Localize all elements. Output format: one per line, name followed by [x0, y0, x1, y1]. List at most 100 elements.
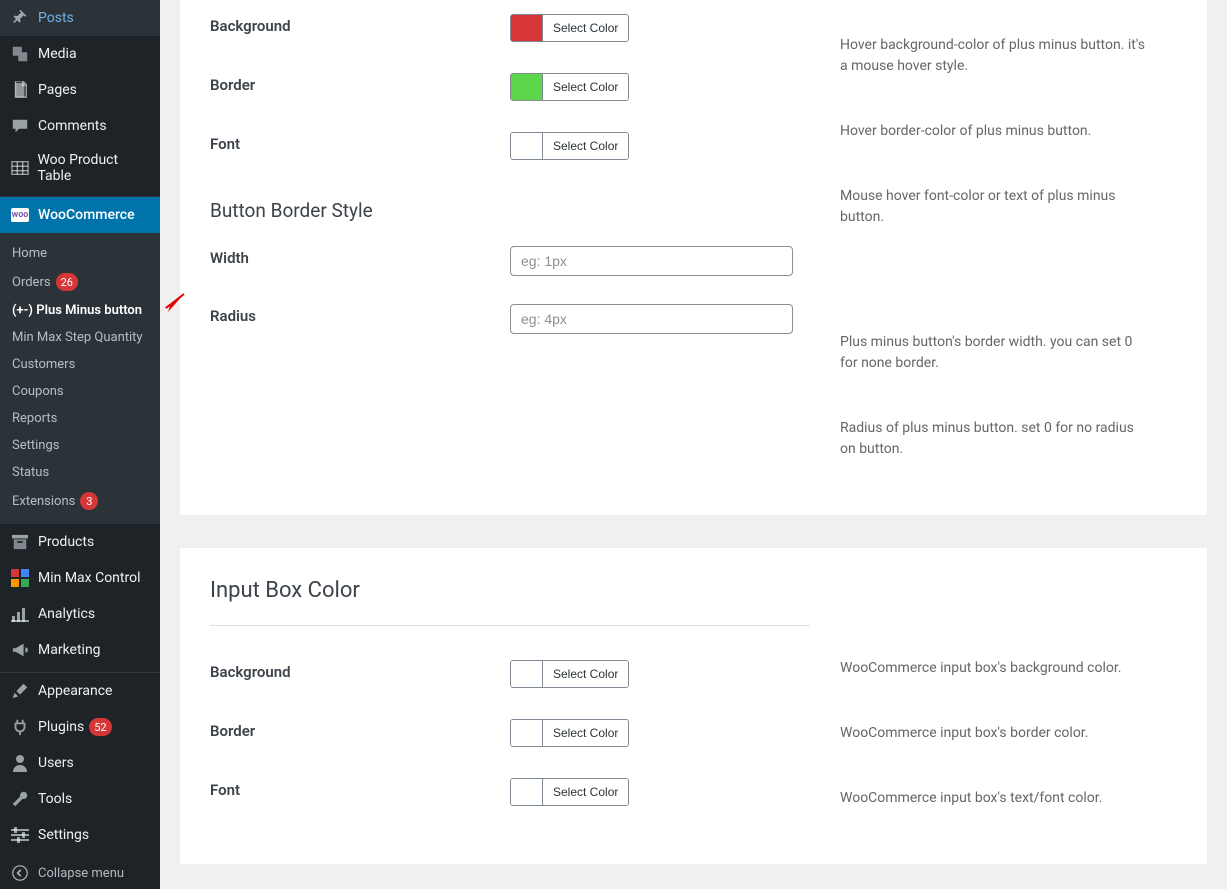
color-picker-font[interactable]: Select Color [510, 132, 629, 160]
sidebar-label: Marketing [38, 642, 101, 658]
color-picker-background[interactable]: Select Color [510, 14, 629, 42]
extensions-count-badge: 3 [80, 492, 98, 510]
collapse-icon [10, 865, 30, 881]
submenu-label: Min Max Step Quantity [12, 330, 143, 345]
select-color-button[interactable]: Select Color [543, 74, 628, 100]
label-font: Font [210, 132, 510, 153]
color-picker-border[interactable]: Select Color [510, 73, 629, 101]
section-title-input-box: Input Box Color [210, 548, 810, 613]
border-radius-input[interactable] [510, 304, 793, 334]
color-picker-input-border[interactable]: Select Color [510, 719, 629, 747]
sidebar-label: Products [38, 534, 94, 550]
label-width: Width [210, 246, 510, 267]
desc-hover-font: Mouse hover font-color or text of plus m… [840, 172, 1150, 318]
admin-sidebar: Posts Media Pages Comments Woo Product T… [0, 0, 160, 889]
submenu-label: Reports [12, 411, 57, 426]
label-border: Border [210, 719, 510, 740]
pin-icon [10, 8, 30, 28]
submenu-item-orders[interactable]: Orders26 [0, 267, 160, 297]
woocommerce-submenu: Home Orders26 (+-) Plus Minus button Min… [0, 233, 160, 524]
submenu-item-settings[interactable]: Settings [0, 432, 160, 459]
wrench-icon [10, 789, 30, 809]
row-input-font: Font Select Color [210, 764, 810, 849]
submenu-item-coupons[interactable]: Coupons [0, 378, 160, 405]
hover-border-panel: Background Select Color Border Select Co… [180, 0, 1207, 515]
color-swatch [511, 661, 543, 687]
select-color-button[interactable]: Select Color [543, 15, 628, 41]
color-swatch [511, 779, 543, 805]
row-hover-border: Border Select Color [210, 59, 810, 118]
sidebar-item-pages[interactable]: Pages [0, 72, 160, 108]
min-max-icon [10, 568, 30, 588]
sidebar-item-woocommerce[interactable]: woo WooCommerce [0, 197, 160, 233]
chart-icon [10, 604, 30, 624]
sidebar-item-min-max-control[interactable]: Min Max Control [0, 560, 160, 596]
label-font: Font [210, 778, 510, 799]
sidebar-item-plugins[interactable]: Plugins 52 [0, 709, 160, 745]
desc-border-width: Plus minus button's border width. you ca… [840, 318, 1150, 404]
submenu-item-reports[interactable]: Reports [0, 405, 160, 432]
annotation-arrow-icon [162, 292, 186, 316]
title-divider [210, 625, 810, 626]
sidebar-item-marketing[interactable]: Marketing [0, 632, 160, 668]
sidebar-label: Min Max Control [38, 570, 141, 586]
color-swatch [511, 720, 543, 746]
brush-icon [10, 681, 30, 701]
color-picker-input-font[interactable]: Select Color [510, 778, 629, 806]
sidebar-item-media[interactable]: Media [0, 36, 160, 72]
sidebar-item-tools[interactable]: Tools [0, 781, 160, 817]
sidebar-label: Analytics [38, 606, 95, 622]
sidebar-label: Appearance [38, 683, 112, 699]
select-color-button[interactable]: Select Color [543, 779, 628, 805]
select-color-button[interactable]: Select Color [543, 661, 628, 687]
sidebar-item-comments[interactable]: Comments [0, 108, 160, 144]
select-color-button[interactable]: Select Color [543, 720, 628, 746]
submenu-item-status[interactable]: Status [0, 459, 160, 486]
sidebar-item-woo-product-table[interactable]: Woo Product Table [0, 144, 160, 192]
desc-input-background: WooCommerce input box's background color… [840, 648, 1150, 709]
submenu-item-extensions[interactable]: Extensions 3 [0, 486, 160, 516]
submenu-item-plus-minus[interactable]: (+-) Plus Minus button [0, 297, 160, 324]
label-background: Background [210, 660, 510, 681]
submenu-label: Extensions [12, 494, 75, 509]
plugins-count-badge: 52 [89, 718, 111, 736]
sidebar-label: Plugins [38, 719, 84, 735]
sidebar-label: Tools [38, 791, 72, 807]
collapse-label: Collapse menu [38, 866, 124, 881]
media-icon [10, 44, 30, 64]
sidebar-item-products[interactable]: Products [0, 524, 160, 560]
sidebar-label: Comments [38, 118, 107, 134]
row-border-width: Width [210, 232, 810, 290]
comment-icon [10, 116, 30, 136]
row-input-border: Border Select Color [210, 705, 810, 764]
submenu-label: Coupons [12, 384, 64, 399]
sidebar-item-appearance[interactable]: Appearance [0, 673, 160, 709]
label-border: Border [210, 73, 510, 94]
sidebar-item-posts[interactable]: Posts [0, 0, 160, 36]
desc-input-border: WooCommerce input box's border color. [840, 709, 1150, 774]
archive-icon [10, 532, 30, 552]
collapse-menu-button[interactable]: Collapse menu [0, 857, 160, 889]
label-radius: Radius [210, 304, 510, 325]
row-input-background: Background Select Color [210, 646, 810, 705]
menu-arrow-icon [160, 207, 168, 223]
submenu-item-home[interactable]: Home [0, 240, 160, 267]
color-picker-input-bg[interactable]: Select Color [510, 660, 629, 688]
desc-hover-border: Hover border-color of plus minus button. [840, 107, 1150, 172]
megaphone-icon [10, 640, 30, 660]
table-icon [10, 158, 29, 178]
section-title-border-style: Button Border Style [210, 177, 810, 232]
main-content: Background Select Color Border Select Co… [160, 0, 1227, 864]
desc-input-font: WooCommerce input box's text/font color. [840, 774, 1150, 839]
sidebar-item-users[interactable]: Users [0, 745, 160, 781]
sidebar-label: Woo Product Table [37, 152, 152, 184]
color-swatch [511, 74, 543, 100]
sidebar-item-analytics[interactable]: Analytics [0, 596, 160, 632]
select-color-button[interactable]: Select Color [543, 133, 628, 159]
desc-border-radius: Radius of plus minus button. set 0 for n… [840, 404, 1150, 490]
sidebar-item-settings[interactable]: Settings [0, 817, 160, 853]
input-box-color-panel: Input Box Color Background Select Color … [180, 548, 1207, 864]
submenu-item-customers[interactable]: Customers [0, 351, 160, 378]
submenu-item-min-max-step[interactable]: Min Max Step Quantity [0, 324, 160, 351]
border-width-input[interactable] [510, 246, 793, 276]
